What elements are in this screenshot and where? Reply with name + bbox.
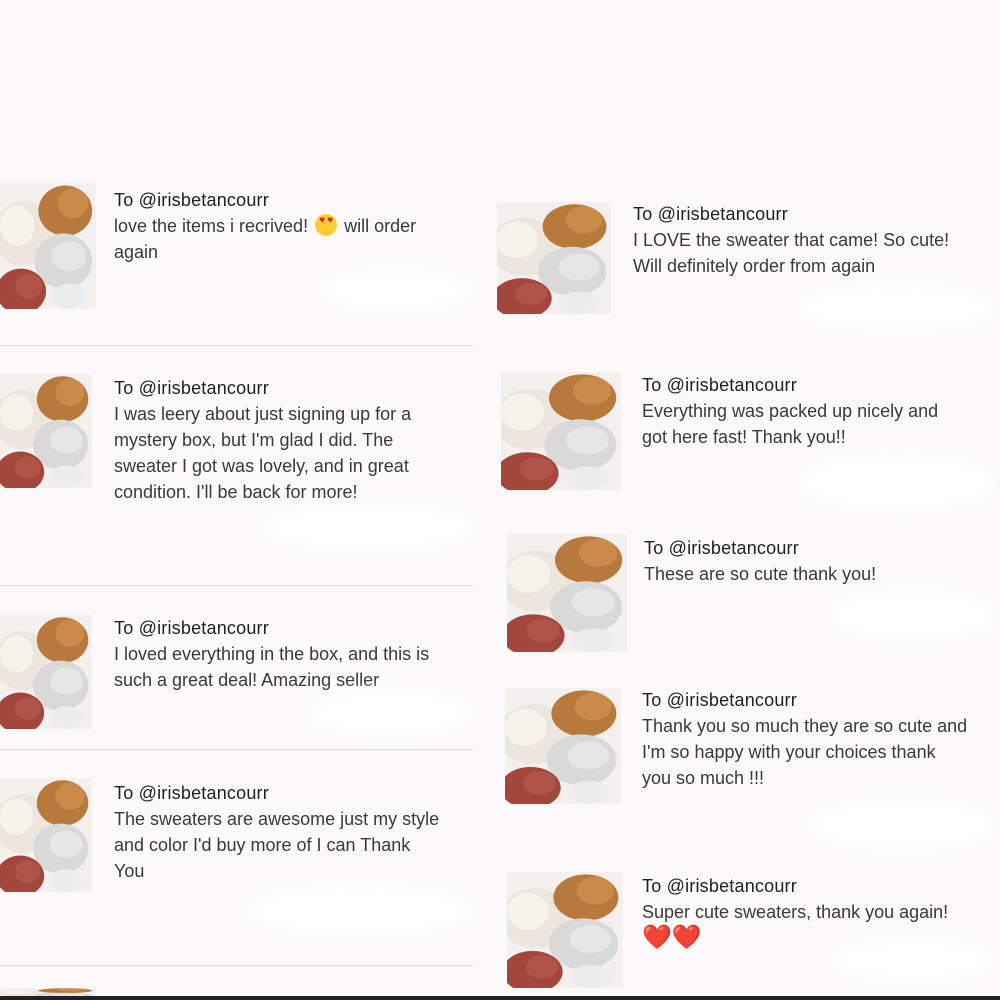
product-thumbnail	[507, 534, 627, 652]
review-text: I LOVE the sweater that came! So cute! W…	[633, 230, 950, 276]
redaction-smudge	[320, 270, 470, 310]
review-text: I was leery about just signing up for a …	[114, 404, 412, 502]
redaction-smudge	[800, 455, 995, 510]
product-thumbnail	[0, 615, 92, 729]
bottom-edge	[0, 996, 1000, 1000]
review-recipient: To @irisbetancourr	[642, 690, 797, 710]
review-text: love the items i recrived! will order ag…	[114, 213, 474, 265]
product-thumbnail	[507, 872, 623, 988]
review-recipient: To @irisbetancourr	[644, 538, 799, 558]
redaction-smudge	[800, 285, 995, 330]
redaction-smudge	[830, 590, 995, 640]
divider	[0, 345, 473, 346]
product-thumbnail	[505, 688, 621, 804]
heart-eyes-emoji-icon	[315, 214, 338, 236]
redaction-smudge	[310, 690, 470, 735]
divider	[0, 965, 473, 966]
product-thumbnail	[497, 202, 611, 314]
redaction-smudge	[810, 800, 995, 850]
review-text: I loved everything in the box, and this …	[114, 644, 430, 690]
product-thumbnail	[0, 374, 92, 488]
review-recipient: To @irisbetancourr	[633, 204, 788, 224]
redaction-smudge	[830, 940, 995, 980]
review-recipient: To @irisbetancourr	[114, 783, 269, 803]
review-recipient: To @irisbetancourr	[114, 378, 269, 398]
product-thumbnail	[501, 372, 621, 490]
review-text: Everything was packed up nicely and got …	[642, 401, 939, 447]
divider	[0, 749, 473, 750]
redaction-smudge	[250, 885, 470, 935]
product-thumbnail	[0, 183, 96, 309]
review-recipient: To @irisbetancourr	[642, 876, 797, 896]
review-text: Thank you so much they are so cute and I…	[642, 716, 968, 788]
review-recipient: To @irisbetancourr	[114, 190, 269, 210]
review-recipient: To @irisbetancourr	[114, 618, 269, 638]
redaction-smudge	[265, 505, 475, 550]
review-text: These are so cute thank you!	[644, 564, 877, 584]
product-thumbnail	[0, 778, 92, 892]
divider	[0, 585, 473, 586]
review-text: The sweaters are awesome just my style a…	[114, 809, 440, 881]
review-recipient: To @irisbetancourr	[642, 375, 797, 395]
review-text: Super cute sweaters, thank you again!	[642, 902, 949, 922]
